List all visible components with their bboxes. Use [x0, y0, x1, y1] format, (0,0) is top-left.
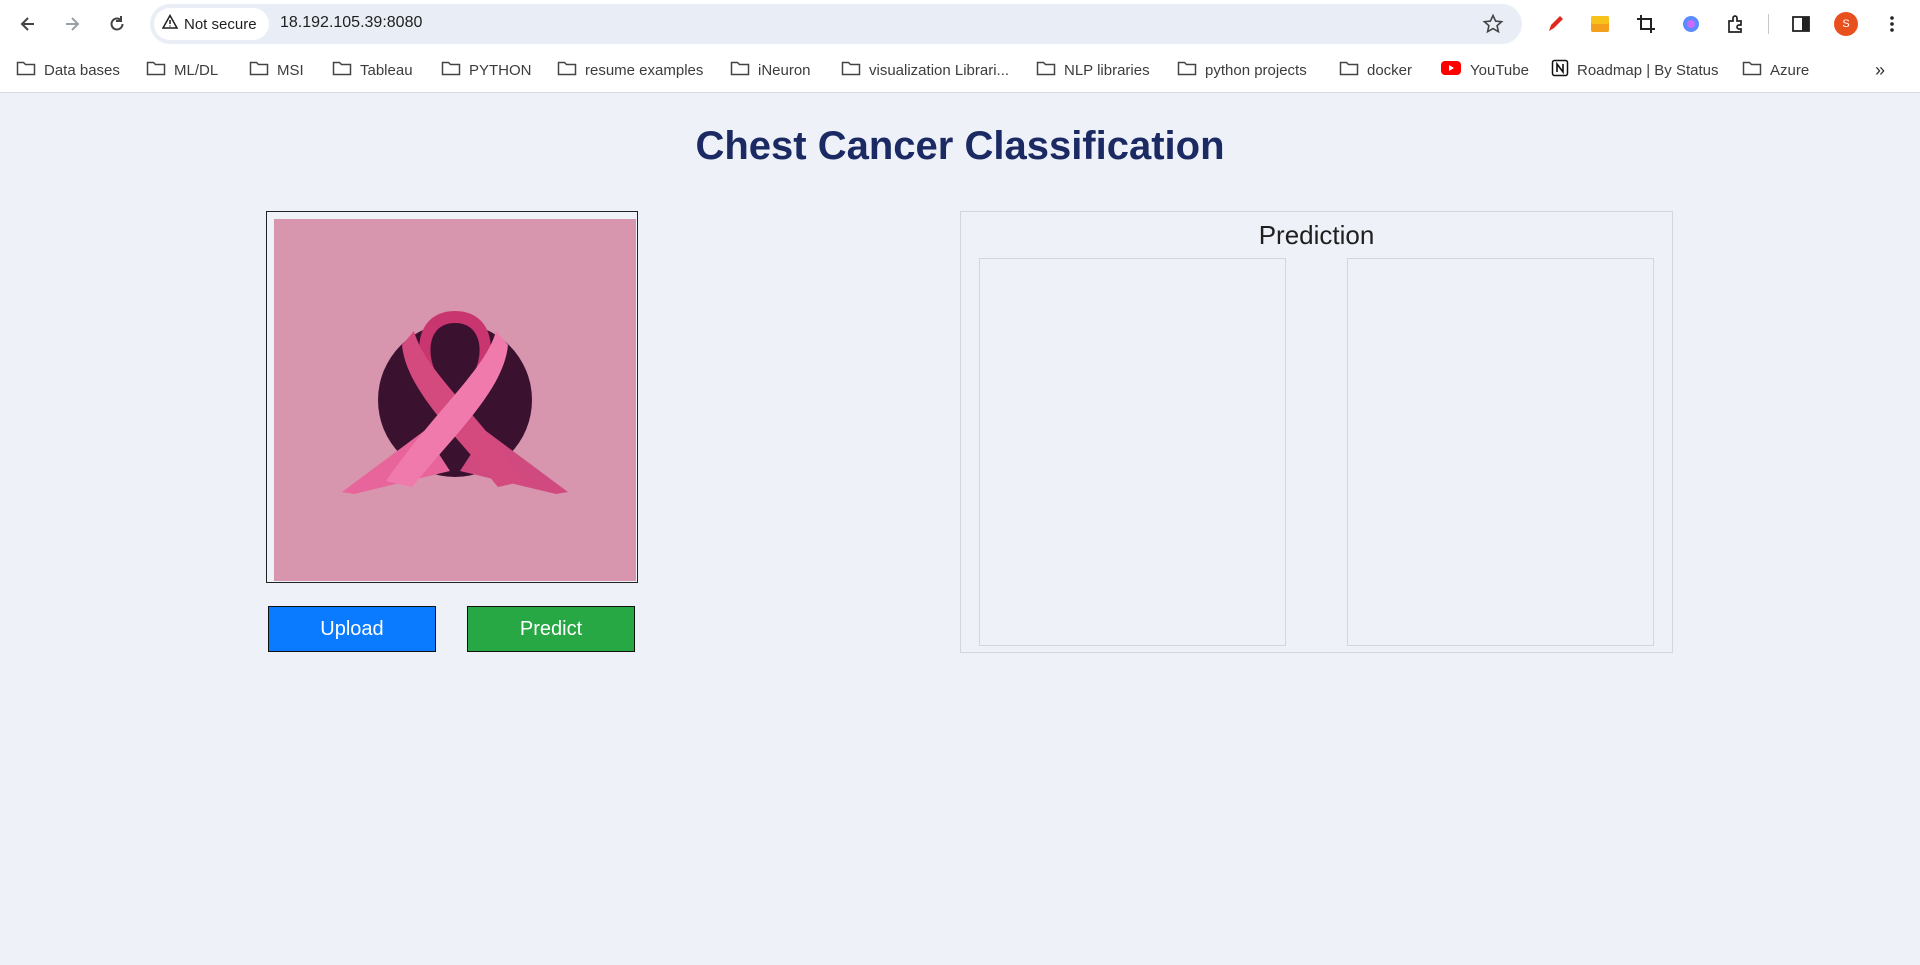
prediction-panel: Prediction: [960, 211, 1673, 653]
bookmark-azure[interactable]: Azure: [1742, 58, 1809, 82]
bookmark-ineuron[interactable]: iNeuron: [730, 58, 811, 82]
page-title: Chest Cancer Classification: [695, 124, 1225, 168]
bookmark-tableau[interactable]: Tableau: [332, 58, 413, 82]
more-bookmarks-icon[interactable]: »: [1868, 58, 1892, 82]
warning-icon: [161, 13, 179, 34]
bookmark-label: NLP libraries: [1064, 61, 1150, 79]
bookmark-data-bases[interactable]: Data bases: [16, 58, 120, 82]
bookmark-docker[interactable]: docker: [1339, 58, 1412, 82]
browser-toolbar: Not secure 18.192.105.39:8080 S: [0, 0, 1920, 48]
forward-icon[interactable]: [58, 10, 86, 38]
address-bar[interactable]: Not secure 18.192.105.39:8080: [150, 4, 1522, 44]
notion-icon: [1551, 59, 1569, 81]
prediction-output-left: [979, 258, 1286, 646]
menu-icon[interactable]: [1878, 10, 1906, 38]
folder-icon: [146, 60, 166, 80]
folder-icon: [557, 60, 577, 80]
crop-icon[interactable]: [1632, 10, 1660, 38]
bookmark-resume-examples[interactable]: resume examples: [557, 58, 703, 82]
prediction-title: Prediction: [1258, 220, 1375, 250]
prediction-output-right: [1347, 258, 1654, 646]
bookmark-label: docker: [1367, 61, 1413, 79]
bookmark-label: Roadmap | By Status: [1577, 61, 1719, 79]
reload-icon[interactable]: [103, 10, 131, 38]
url-text[interactable]: 18.192.105.39:8080: [280, 14, 422, 32]
bookmark-label: PYTHON: [469, 61, 532, 79]
folder-icon: [249, 60, 269, 80]
bookmark-label: Tableau: [360, 61, 413, 79]
extensions-icon[interactable]: [1722, 10, 1750, 38]
ribbon-image: [274, 219, 636, 581]
bookmark-label: YouTube: [1470, 61, 1529, 79]
bookmark-label: iNeuron: [758, 61, 811, 79]
bookmark-youtube[interactable]: YouTube: [1440, 58, 1529, 82]
copilot-icon[interactable]: [1677, 10, 1705, 38]
youtube-icon: [1440, 60, 1462, 80]
bookmark-python[interactable]: PYTHON: [441, 58, 532, 82]
back-icon[interactable]: [14, 10, 42, 38]
bookmark-visualization-libraries[interactable]: visualization Librari...: [841, 58, 1009, 82]
predict-button[interactable]: Predict: [467, 606, 635, 652]
bookmark-roadmap[interactable]: Roadmap | By Status: [1551, 58, 1718, 82]
folder-icon: [841, 60, 861, 80]
bookmark-ml-dl[interactable]: ML/DL: [146, 58, 218, 82]
toolbar-divider: [1768, 14, 1769, 34]
star-icon[interactable]: [1482, 13, 1504, 40]
bookmark-label: python projects: [1205, 61, 1307, 79]
image-preview: [266, 211, 638, 583]
folder-icon: [1036, 60, 1056, 80]
folder-icon: [1742, 60, 1762, 80]
bookmark-label: Azure: [1770, 61, 1810, 79]
bookmark-label: resume examples: [585, 61, 704, 79]
folder-icon: [332, 60, 352, 80]
folder-icon: [730, 60, 750, 80]
bookmark-msi[interactable]: MSI: [249, 58, 304, 82]
profile-avatar[interactable]: S: [1834, 12, 1858, 36]
bookmark-python-projects[interactable]: python projects: [1177, 58, 1307, 82]
bookmarks-bar: Data bases ML/DL MSI Tableau PYTHON resu…: [0, 48, 1920, 93]
security-label: Not secure: [184, 15, 257, 33]
folder-icon: [441, 60, 461, 80]
screenshot-icon[interactable]: [1586, 10, 1614, 38]
bookmark-label: ML/DL: [174, 61, 219, 79]
security-chip[interactable]: Not secure: [154, 8, 269, 40]
folder-icon: [16, 60, 36, 80]
bookmark-label: visualization Librari...: [869, 61, 1010, 79]
folder-icon: [1339, 60, 1359, 80]
bookmark-nlp-libraries[interactable]: NLP libraries: [1036, 58, 1150, 82]
bookmark-label: Data bases: [44, 61, 120, 79]
upload-button[interactable]: Upload: [268, 606, 436, 652]
bookmark-label: MSI: [277, 61, 304, 79]
pen-icon[interactable]: [1541, 10, 1569, 38]
side-panel-icon[interactable]: [1787, 10, 1815, 38]
folder-icon: [1177, 60, 1197, 80]
